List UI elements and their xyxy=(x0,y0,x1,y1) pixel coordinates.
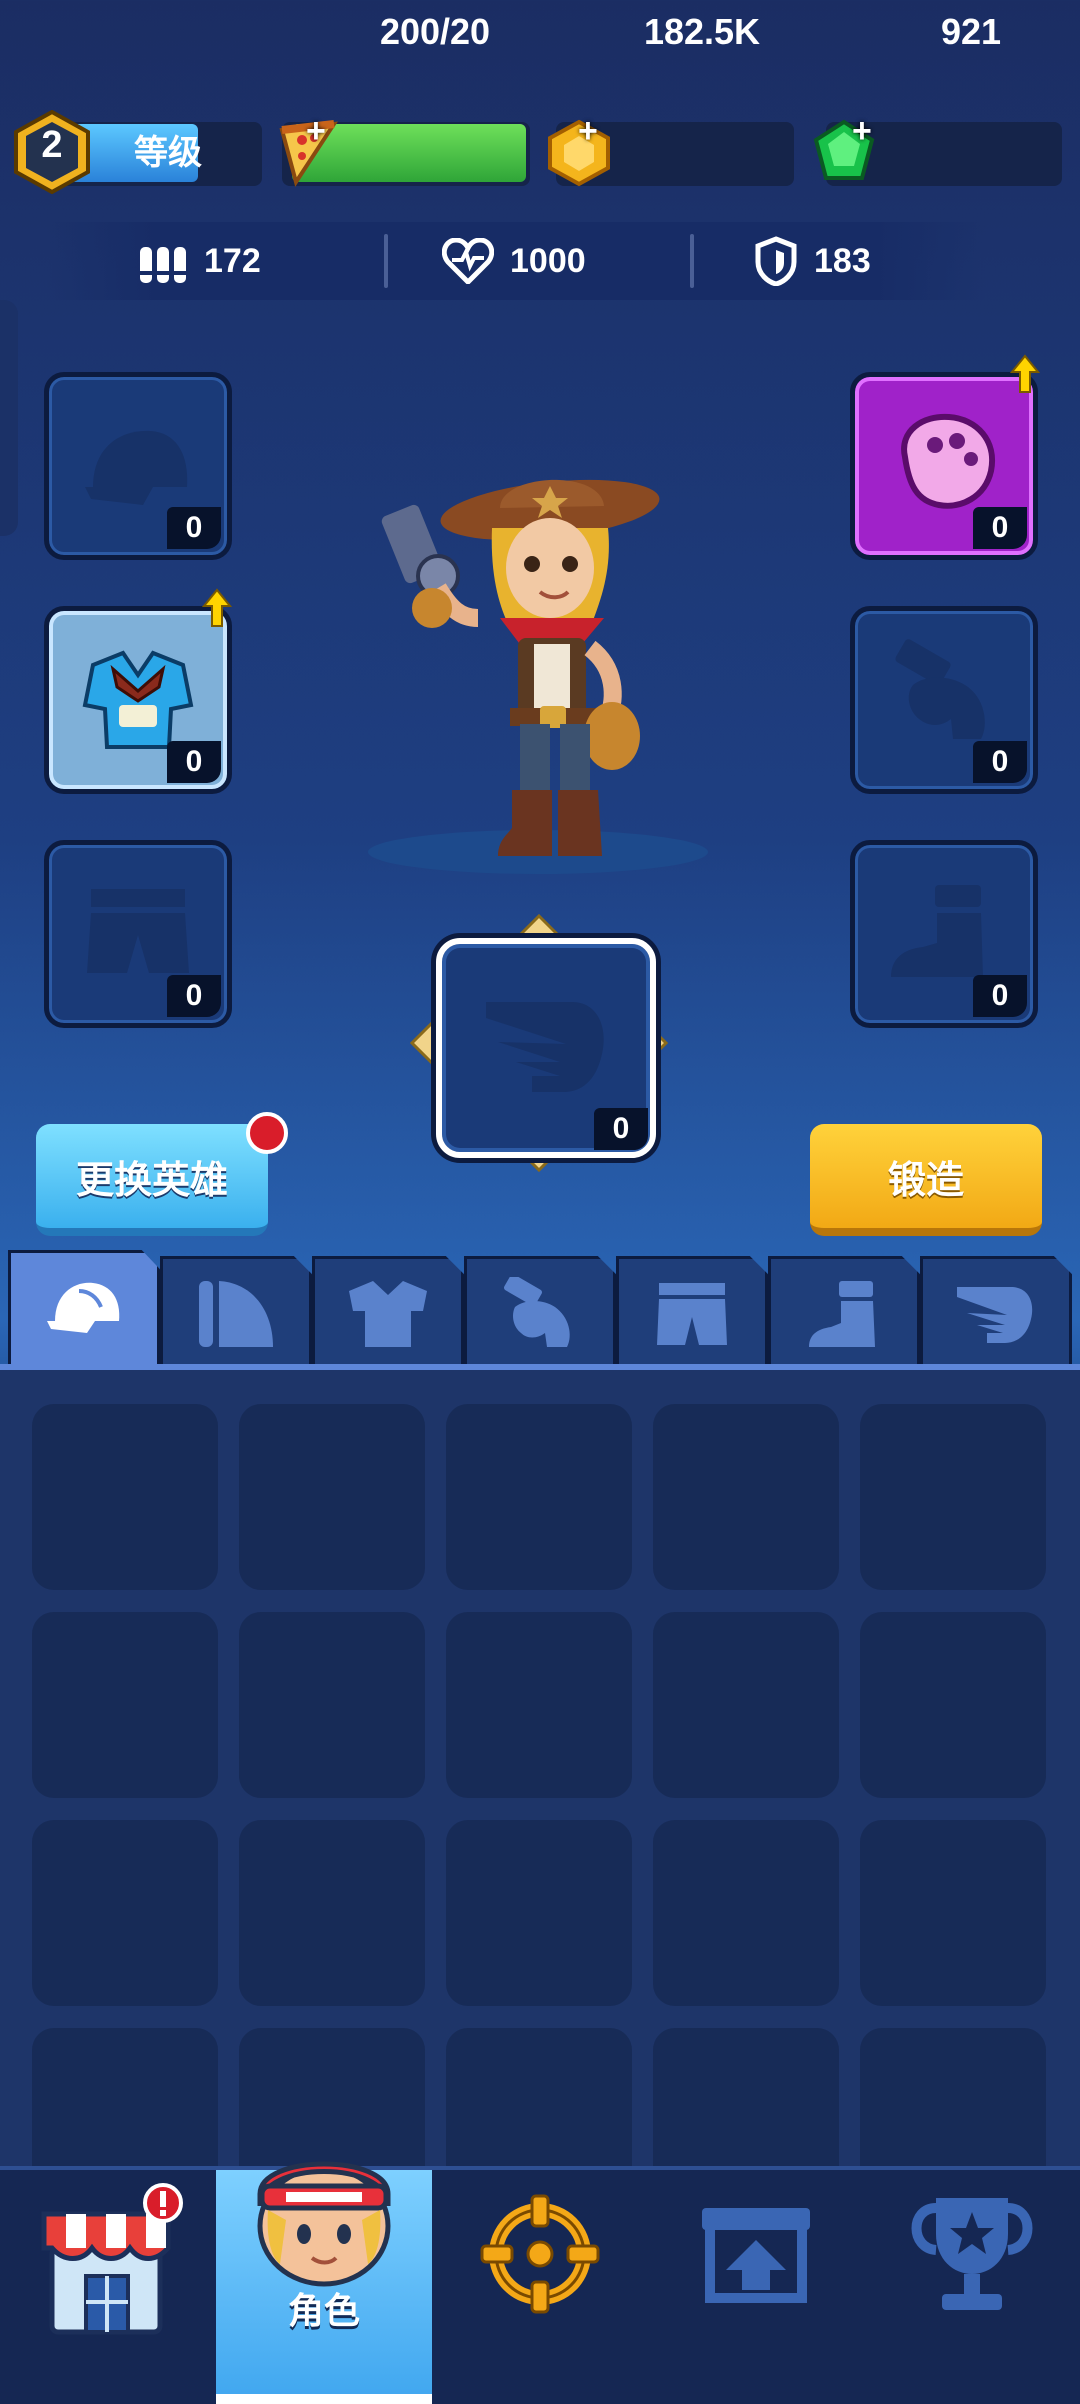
energy-value: 200/20 xyxy=(379,11,491,52)
pants-slot[interactable]: 0 xyxy=(44,840,232,1028)
boots-count: 0 xyxy=(973,975,1027,1017)
inventory-slot[interactable] xyxy=(32,2028,218,2168)
shoulder-icon xyxy=(199,1281,273,1347)
pants-icon xyxy=(657,1283,727,1345)
inventory-slot[interactable] xyxy=(860,1820,1046,2006)
inventory-slot[interactable] xyxy=(653,1404,839,1590)
inventory-grid xyxy=(0,1370,1080,2168)
hat-slot[interactable]: 0 xyxy=(44,372,232,560)
forge-button[interactable]: 锻造 xyxy=(810,1124,1042,1236)
armor-count: 0 xyxy=(167,741,221,783)
upgrade-arrow-icon xyxy=(1010,354,1040,393)
level-number: 2 xyxy=(41,124,63,166)
glove-count: 0 xyxy=(973,741,1027,783)
inventory-slot[interactable] xyxy=(239,1612,425,1798)
gem-plus-icon[interactable]: + xyxy=(852,112,872,151)
tab-wings[interactable] xyxy=(920,1256,1072,1370)
inventory-slot[interactable] xyxy=(860,1404,1046,1590)
armor-value: 183 xyxy=(814,241,871,280)
tab-boots[interactable] xyxy=(768,1256,920,1370)
nav-active-indicator xyxy=(216,2394,432,2404)
inventory-slot[interactable] xyxy=(653,1612,839,1798)
boot-icon xyxy=(809,1281,875,1347)
nav-character-label: 角色 xyxy=(287,2290,360,2331)
hat-icon xyxy=(47,1282,120,1333)
tab-pants[interactable] xyxy=(616,1256,768,1370)
boots-slot[interactable]: 0 xyxy=(850,840,1038,1028)
bullets-icon xyxy=(140,247,186,283)
cowboy-hero-image xyxy=(381,479,660,856)
inventory-slot[interactable] xyxy=(653,2028,839,2168)
gold-plus-icon[interactable]: + xyxy=(578,112,598,151)
inventory-slot[interactable] xyxy=(860,2028,1046,2168)
character-avatar-icon xyxy=(257,2161,391,2287)
trophy-icon xyxy=(911,2198,1033,2310)
inventory-slot[interactable] xyxy=(446,1404,632,1590)
stats-divider xyxy=(690,234,694,288)
ring-slot[interactable]: 0 xyxy=(850,372,1038,560)
nav-shop[interactable] xyxy=(0,2170,216,2404)
ammo-stat: 172 xyxy=(138,222,261,300)
pants-count: 0 xyxy=(167,975,221,1017)
glove-icon xyxy=(504,1277,570,1347)
wings-slot[interactable]: 0 xyxy=(436,938,656,1158)
ammo-value: 172 xyxy=(204,241,261,280)
inventory-slot[interactable] xyxy=(446,2028,632,2168)
crosshair-icon xyxy=(480,2194,600,2314)
gold-value: 182.5K xyxy=(643,11,761,52)
health-value: 1000 xyxy=(510,241,586,280)
shield-icon xyxy=(755,236,797,286)
gem-value: 921 xyxy=(940,11,1002,52)
health-stat: 1000 xyxy=(442,222,586,300)
inventory-slot[interactable] xyxy=(653,1820,839,2006)
armor-stat: 183 xyxy=(754,222,871,300)
inventory-slot[interactable] xyxy=(32,1612,218,1798)
ring-count: 0 xyxy=(973,507,1027,549)
alert-icon xyxy=(143,2183,183,2223)
side-drawer-handle[interactable] xyxy=(0,300,18,536)
inventory-slot[interactable] xyxy=(446,1612,632,1798)
bottom-navigation: 角色 xyxy=(0,2161,1080,2404)
tab-shoulder[interactable] xyxy=(160,1256,312,1370)
wing-icon xyxy=(486,1002,604,1092)
nav-upgrade[interactable] xyxy=(648,2170,864,2404)
stats-divider xyxy=(384,234,388,288)
notification-dot xyxy=(246,1112,288,1154)
wings-count: 0 xyxy=(594,1108,648,1150)
tab-glove[interactable] xyxy=(464,1256,616,1370)
nav-battle[interactable] xyxy=(432,2170,648,2404)
heart-icon xyxy=(442,238,494,284)
armor-slot[interactable]: 0 xyxy=(44,606,232,794)
nav-trophy[interactable] xyxy=(864,2170,1080,2404)
inventory-slot[interactable] xyxy=(32,1820,218,2006)
level-label: 等级 xyxy=(134,134,202,172)
inventory-slot[interactable] xyxy=(860,1612,1046,1798)
upgrade-icon xyxy=(702,2208,810,2303)
shirt-icon xyxy=(349,1281,427,1347)
nav-character[interactable]: 角色 xyxy=(216,2161,432,2404)
energy-plus-icon[interactable]: + xyxy=(306,112,326,151)
wing-icon xyxy=(957,1287,1033,1343)
hero-stats-bar: 172 1000 183 xyxy=(46,222,986,300)
change-hero-button[interactable]: 更换英雄 xyxy=(36,1124,268,1236)
tab-shirt[interactable] xyxy=(312,1256,464,1370)
upgrade-arrow-icon xyxy=(202,588,232,627)
glove-slot[interactable]: 0 xyxy=(850,606,1038,794)
equipment-category-tabs xyxy=(0,1250,1080,1370)
inventory-slot[interactable] xyxy=(32,1404,218,1590)
inventory-slot[interactable] xyxy=(239,1820,425,2006)
tab-hat[interactable] xyxy=(8,1250,160,1370)
hat-count: 0 xyxy=(167,507,221,549)
inventory-slot[interactable] xyxy=(239,1404,425,1590)
inventory-slot[interactable] xyxy=(446,1820,632,2006)
